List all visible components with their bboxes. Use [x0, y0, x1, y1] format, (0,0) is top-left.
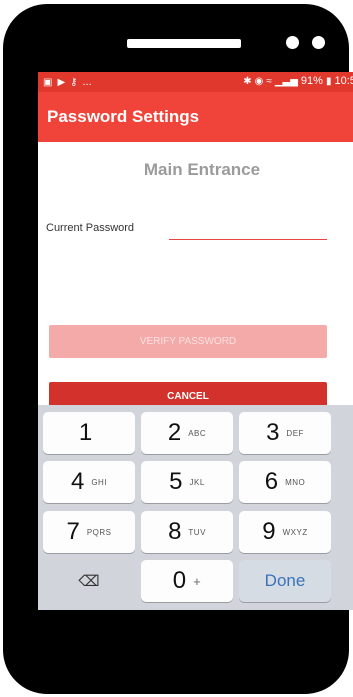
status-bar: ▣ ▶ ⚷ ... ✱ ◉ ≈ ▁▃▅ 91% ▮ 10:55	[38, 72, 353, 92]
key-8[interactable]: 8 TUV	[141, 511, 233, 553]
battery-icon: ▮	[325, 75, 332, 87]
numeric-keyboard: 1 2 ABC 3 DEF 4 GHI 5 JKL 6 MNO 7 PQRS 8 TUV 9W…	[38, 405, 353, 610]
backspace-key[interactable]: ⌫	[43, 560, 135, 602]
bluetooth-icon: ✱	[243, 75, 252, 87]
page-title: Password Settings	[47, 107, 200, 126]
clock: 10:55	[334, 75, 353, 87]
speaker-grille	[127, 39, 241, 48]
app-bar: Password Settings	[38, 92, 353, 142]
key-icon: ⚷	[70, 76, 78, 88]
wifi-icon: ≈	[266, 75, 272, 87]
done-key[interactable]: Done	[239, 560, 331, 602]
password-input[interactable]	[169, 217, 327, 240]
key-9[interactable]: 9 WXYZ	[239, 511, 331, 553]
key-3[interactable]: 3 DEF	[239, 412, 331, 454]
front-camera	[286, 36, 299, 49]
key-7[interactable]: 7 PQRS	[43, 511, 135, 553]
status-system: ✱ ◉ ≈ ▁▃▅ 91% ▮ 10:55	[243, 75, 353, 88]
screen: ▣ ▶ ⚷ ... ✱ ◉ ≈ ▁▃▅ 91% ▮ 10:55 Password…	[38, 72, 353, 610]
key-5[interactable]: 5 JKL	[141, 461, 233, 503]
key-0[interactable]: 0 +	[141, 560, 233, 602]
venue-title: Main Entrance	[143, 160, 261, 179]
key-6[interactable]: 6 MNO	[239, 461, 331, 503]
status-notifications: ▣ ▶ ⚷ ...	[43, 76, 92, 89]
alarm-icon: ◉	[254, 75, 264, 87]
image-icon: ▣	[43, 76, 53, 88]
key-4[interactable]: 4 GHI	[43, 461, 135, 503]
key-1[interactable]: 1	[43, 412, 135, 454]
password-label: Current Password	[46, 222, 135, 234]
battery-percent: 91%	[300, 75, 323, 87]
front-sensor	[312, 36, 325, 49]
play-icon: ▶	[57, 76, 66, 88]
signal-icon: ▁▃▅	[274, 75, 298, 87]
backspace-icon: ⌫	[78, 573, 100, 590]
more-notifications: ...	[82, 76, 92, 88]
verify-password-button[interactable]: VERIFY PASSWORD	[49, 325, 327, 358]
key-2[interactable]: 2 ABC	[141, 412, 233, 454]
